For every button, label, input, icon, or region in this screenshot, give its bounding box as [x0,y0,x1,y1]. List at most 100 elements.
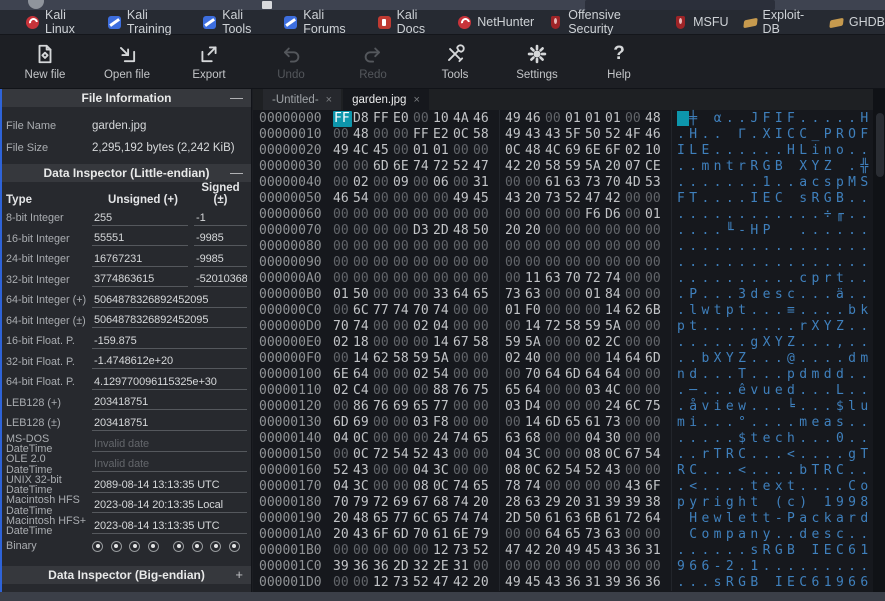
hex-byte[interactable]: D6 [605,207,625,223]
hex-byte[interactable]: 01 [645,207,665,223]
hex-byte[interactable]: 47 [433,575,453,591]
hex-byte[interactable]: 69 [565,143,585,159]
hex-byte[interactable]: 6B [645,303,665,319]
hex-byte[interactable]: 6D [565,367,585,383]
redo-button[interactable]: Redo [332,42,414,88]
ascii-text[interactable]: ..........cprt.. [677,271,873,287]
hex-byte[interactable]: F0 [525,303,545,319]
binary-bit-radio[interactable] [129,541,140,552]
hex-byte[interactable]: 00 [333,271,353,287]
hex-byte[interactable]: 75 [473,383,493,399]
hex-byte[interactable]: 00 [373,223,393,239]
hex-byte[interactable]: 04 [585,431,605,447]
hex-byte[interactable]: 14 [605,351,625,367]
hex-byte[interactable]: 00 [453,367,473,383]
hex-byte[interactable]: 00 [625,207,645,223]
hex-byte[interactable]: 74 [433,303,453,319]
hex-byte[interactable]: 00 [333,447,353,463]
bookmark-kali-linux[interactable]: Kali Linux [26,8,93,36]
hex-byte[interactable]: 00 [645,431,665,447]
hex-byte[interactable]: 00 [585,223,605,239]
hex-byte[interactable]: 2D [505,511,525,527]
hex-byte[interactable]: 00 [373,175,393,191]
hex-byte[interactable]: 00 [645,383,665,399]
hex-byte[interactable]: 00 [373,335,393,351]
hex-byte[interactable]: 64 [625,351,645,367]
hex-byte[interactable]: FF [373,111,393,127]
hex-byte[interactable]: 52 [413,575,433,591]
hex-byte[interactable]: 00 [625,527,645,543]
hex-byte[interactable]: 43 [433,447,453,463]
hex-byte[interactable]: 46 [645,127,665,143]
ascii-text[interactable]: ╪ α..JFIF.....H [677,111,873,127]
inspector-signed-field[interactable]: -520103681 [194,272,247,287]
ascii-text[interactable]: ......gXYZ...,.. [677,335,873,351]
hex-byte[interactable]: 70 [413,303,433,319]
hex-byte[interactable]: 5A [585,159,605,175]
hex-byte[interactable]: 30 [605,431,625,447]
hex-byte[interactable]: 14 [605,303,625,319]
hex-byte[interactable]: 12 [373,575,393,591]
ascii-text[interactable]: mi...°....meas.. [677,415,873,431]
hex-byte[interactable]: 00 [353,223,373,239]
hex-byte[interactable]: 38 [645,495,665,511]
hex-byte[interactable]: 00 [585,479,605,495]
hex-byte[interactable]: 00 [645,191,665,207]
hex-byte[interactable]: 00 [525,175,545,191]
hex-byte[interactable]: 6C [353,303,373,319]
hex-byte[interactable]: 00 [585,303,605,319]
hex-byte[interactable]: 00 [333,239,353,255]
hex-byte[interactable]: 6C [413,511,433,527]
data-inspector-big-header[interactable]: Data Inspector (Big-endian) + [2,566,251,584]
hex-byte[interactable]: 00 [565,479,585,495]
hex-byte[interactable]: 79 [473,527,493,543]
hex-byte[interactable]: 00 [625,319,645,335]
hex-byte[interactable]: 36 [353,559,373,575]
hex-byte[interactable]: 54 [645,447,665,463]
hex-byte[interactable]: 00 [393,383,413,399]
hex-byte[interactable]: 00 [393,431,413,447]
hex-byte[interactable]: 00 [585,255,605,271]
hex-byte[interactable]: 07 [625,159,645,175]
hex-byte[interactable]: 00 [565,431,585,447]
hex-byte[interactable]: 00 [645,255,665,271]
hex-byte[interactable]: 42 [525,543,545,559]
hex-byte[interactable]: 31 [585,575,605,591]
hex-byte[interactable]: 00 [645,319,665,335]
hex-byte[interactable]: F8 [433,415,453,431]
hex-byte[interactable]: 01 [605,111,625,127]
hex-byte[interactable]: 48 [525,143,545,159]
hex-byte[interactable]: 46 [473,111,493,127]
hex-byte[interactable]: 00 [625,255,645,271]
hex-byte[interactable]: 61 [433,527,453,543]
hex-byte[interactable]: 36 [565,575,585,591]
hex-byte[interactable]: 08 [585,447,605,463]
bookmark-msfu[interactable]: MSFU [674,15,728,29]
hex-byte[interactable]: 4D [625,175,645,191]
hex-byte[interactable]: 68 [525,431,545,447]
hex-byte[interactable]: 65 [565,415,585,431]
hex-byte[interactable]: 75 [645,399,665,415]
hex-byte[interactable]: 00 [453,399,473,415]
hex-byte[interactable]: 74 [413,159,433,175]
bookmark-kali-training[interactable]: Kali Training [108,8,188,36]
hex-byte[interactable]: 63 [505,431,525,447]
hex-byte[interactable]: 0C [525,463,545,479]
hex-byte[interactable]: 00 [505,319,525,335]
hex-byte[interactable]: 00 [393,207,413,223]
hex-byte[interactable]: 43 [505,191,525,207]
hex-byte[interactable]: 4F [625,127,645,143]
ascii-text[interactable]: .lwtpt...≡....bk [677,303,873,319]
hex-byte[interactable]: 00 [333,159,353,175]
hex-byte[interactable]: 20 [605,159,625,175]
hex-byte[interactable]: 00 [353,255,373,271]
hex-byte[interactable]: 53 [645,175,665,191]
hex-byte[interactable]: 00 [565,223,585,239]
inspector-value-field[interactable]: 2089-08-14 13:13:35 UTC [92,478,247,493]
inspector-value-field[interactable]: 2023-08-14 13:13:35 UTC [92,519,247,534]
hex-byte[interactable]: 00 [473,319,493,335]
ascii-text[interactable]: RC...<....bTRC.. [677,463,873,479]
hex-byte[interactable]: 52 [453,159,473,175]
ascii-text[interactable]: pyright (c) 1998 [677,495,873,511]
hex-byte[interactable]: 54 [433,367,453,383]
